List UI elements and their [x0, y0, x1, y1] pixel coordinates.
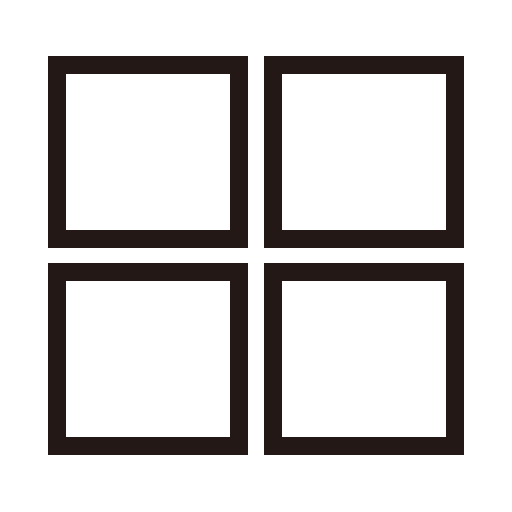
grid-cell-bottom-left	[48, 263, 248, 455]
grid-cell-top-left	[48, 56, 248, 248]
grid-cell-top-right	[264, 56, 464, 248]
grid-cell-bottom-right	[264, 263, 464, 455]
icon-canvas	[0, 0, 512, 512]
grid-view-icon	[48, 56, 464, 455]
